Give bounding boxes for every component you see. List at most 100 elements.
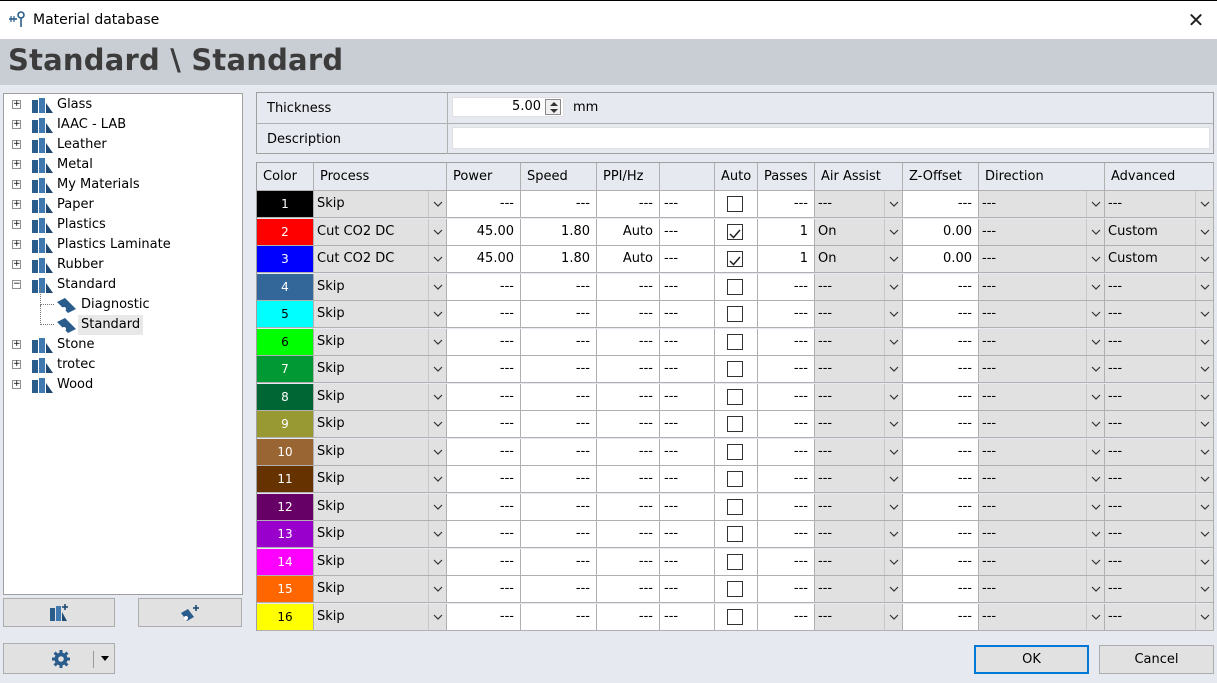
passes-value[interactable]: --- — [758, 521, 815, 548]
chevron-down-icon[interactable] — [1195, 218, 1213, 245]
tree-folder[interactable]: + Plastics — [4, 215, 240, 235]
direction-dropdown[interactable]: --- — [979, 383, 1105, 411]
chevron-down-icon[interactable] — [1195, 603, 1213, 630]
column-header-direction[interactable]: Direction — [979, 163, 1105, 191]
chevron-down-icon[interactable] — [1086, 521, 1104, 547]
chevron-down-icon[interactable] — [1086, 438, 1104, 465]
direction-dropdown[interactable]: --- — [979, 438, 1105, 466]
tree-folder[interactable]: + Metal — [4, 155, 240, 175]
chevron-down-icon[interactable] — [1086, 548, 1104, 575]
air-assist-dropdown[interactable]: --- — [815, 191, 903, 218]
direction-dropdown[interactable]: --- — [979, 273, 1105, 301]
process-dropdown[interactable]: Skip — [314, 411, 447, 438]
advanced-dropdown[interactable]: --- — [1105, 548, 1214, 576]
z-offset-value[interactable]: --- — [903, 548, 979, 576]
extra-value[interactable]: --- — [660, 246, 715, 273]
z-offset-value[interactable]: --- — [903, 576, 979, 603]
advanced-dropdown[interactable]: Custom — [1105, 218, 1214, 246]
color-swatch[interactable]: 16 — [257, 603, 314, 631]
chevron-down-icon[interactable] — [884, 328, 902, 355]
power-value[interactable]: --- — [447, 576, 521, 603]
color-swatch[interactable]: 14 — [257, 548, 314, 576]
air-assist-dropdown[interactable]: --- — [815, 438, 903, 466]
air-assist-dropdown[interactable]: --- — [815, 411, 903, 438]
process-dropdown[interactable]: Skip — [314, 466, 447, 493]
tree-folder[interactable]: + trotec — [4, 355, 240, 375]
extra-value[interactable]: --- — [660, 356, 715, 383]
chevron-down-icon[interactable] — [1086, 356, 1104, 382]
close-icon[interactable]: ✕ — [1185, 9, 1207, 31]
tree-folder[interactable]: + Leather — [4, 135, 240, 155]
extra-value[interactable]: --- — [660, 493, 715, 521]
chevron-down-icon[interactable] — [1086, 576, 1104, 602]
direction-dropdown[interactable]: --- — [979, 548, 1105, 576]
passes-value[interactable]: --- — [758, 301, 815, 328]
direction-dropdown[interactable]: --- — [979, 493, 1105, 521]
extra-value[interactable]: --- — [660, 411, 715, 438]
chevron-down-icon[interactable] — [101, 656, 109, 661]
passes-value[interactable]: --- — [758, 493, 815, 521]
tree-folder[interactable]: + Paper — [4, 195, 240, 215]
chevron-down-icon[interactable] — [1195, 493, 1213, 520]
chevron-down-icon[interactable] — [884, 576, 902, 602]
chevron-down-icon[interactable] — [1195, 246, 1213, 272]
speed-value[interactable]: --- — [521, 576, 597, 603]
advanced-dropdown[interactable]: --- — [1105, 411, 1214, 438]
chevron-down-icon[interactable] — [1195, 383, 1213, 410]
chevron-down-icon[interactable] — [1086, 301, 1104, 327]
chevron-down-icon[interactable] — [428, 328, 446, 355]
ppi-value[interactable]: --- — [597, 438, 660, 466]
z-offset-value[interactable]: --- — [903, 411, 979, 438]
direction-dropdown[interactable]: --- — [979, 411, 1105, 438]
chevron-down-icon[interactable] — [428, 383, 446, 410]
extra-value[interactable]: --- — [660, 301, 715, 328]
auto-checkbox[interactable] — [727, 278, 743, 295]
auto-checkbox[interactable] — [727, 223, 743, 240]
air-assist-dropdown[interactable]: On — [815, 218, 903, 246]
chevron-down-icon[interactable] — [1195, 328, 1213, 355]
expand-icon[interactable]: + — [12, 160, 21, 169]
speed-value[interactable]: --- — [521, 328, 597, 356]
power-value[interactable]: --- — [447, 301, 521, 328]
passes-value[interactable]: --- — [758, 603, 815, 631]
chevron-down-icon[interactable] — [1195, 191, 1213, 217]
chevron-down-icon[interactable] — [884, 438, 902, 465]
auto-checkbox[interactable] — [727, 553, 743, 570]
extra-value[interactable]: --- — [660, 273, 715, 301]
air-assist-dropdown[interactable]: --- — [815, 273, 903, 301]
chevron-down-icon[interactable] — [884, 191, 902, 217]
passes-value[interactable]: --- — [758, 466, 815, 493]
speed-value[interactable]: 1.80 — [521, 246, 597, 273]
ppi-value[interactable]: Auto — [597, 218, 660, 246]
z-offset-value[interactable]: --- — [903, 493, 979, 521]
tree-folder[interactable]: + Rubber — [4, 255, 240, 275]
color-swatch[interactable]: 3 — [257, 246, 314, 273]
collapse-icon[interactable]: − — [12, 280, 21, 289]
ppi-value[interactable]: --- — [597, 273, 660, 301]
ppi-value[interactable]: --- — [597, 328, 660, 356]
air-assist-dropdown[interactable]: --- — [815, 328, 903, 356]
settings-split-button[interactable] — [3, 643, 115, 674]
tree-folder[interactable]: + My Materials — [4, 175, 240, 195]
chevron-down-icon[interactable] — [428, 411, 446, 437]
extra-value[interactable]: --- — [660, 466, 715, 493]
power-value[interactable]: --- — [447, 191, 521, 218]
direction-dropdown[interactable]: --- — [979, 466, 1105, 493]
air-assist-dropdown[interactable]: --- — [815, 493, 903, 521]
chevron-down-icon[interactable] — [1195, 576, 1213, 602]
direction-dropdown[interactable]: --- — [979, 301, 1105, 328]
ppi-value[interactable]: --- — [597, 356, 660, 383]
color-swatch[interactable]: 1 — [257, 191, 314, 218]
extra-value[interactable]: --- — [660, 218, 715, 246]
speed-value[interactable]: 1.80 — [521, 218, 597, 246]
chevron-down-icon[interactable] — [884, 246, 902, 272]
column-header-auto[interactable]: Auto — [715, 163, 758, 191]
expand-icon[interactable]: + — [12, 380, 21, 389]
extra-value[interactable]: --- — [660, 383, 715, 411]
auto-checkbox[interactable] — [727, 333, 743, 350]
z-offset-value[interactable]: --- — [903, 438, 979, 466]
chevron-down-icon[interactable] — [428, 356, 446, 382]
thickness-spinner[interactable] — [545, 99, 561, 115]
direction-dropdown[interactable]: --- — [979, 191, 1105, 218]
extra-value[interactable]: --- — [660, 191, 715, 218]
